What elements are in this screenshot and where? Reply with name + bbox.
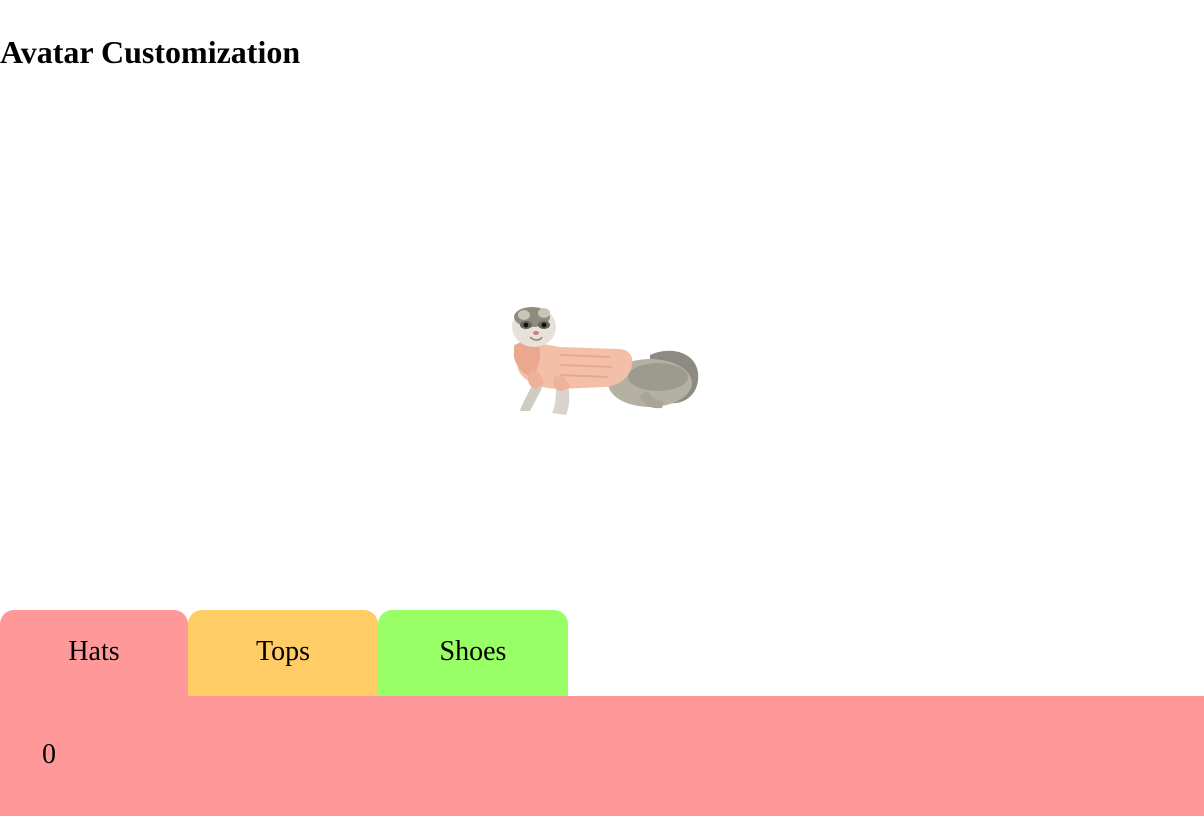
avatar-customization-page: Avatar Customization Hats Tops Shoes 0 <box>0 0 1204 816</box>
panel-value: 0 <box>42 739 56 770</box>
page-title: Avatar Customization <box>0 34 301 70</box>
avatar-preview <box>500 295 706 425</box>
category-tabs: Hats Tops Shoes <box>0 610 568 696</box>
tab-shoes[interactable]: Shoes <box>378 610 568 696</box>
hats-panel: 0 <box>0 696 1204 816</box>
ferret-in-sweater-icon <box>512 307 699 415</box>
tab-hats[interactable]: Hats <box>0 610 188 696</box>
tab-tops[interactable]: Tops <box>188 610 378 696</box>
